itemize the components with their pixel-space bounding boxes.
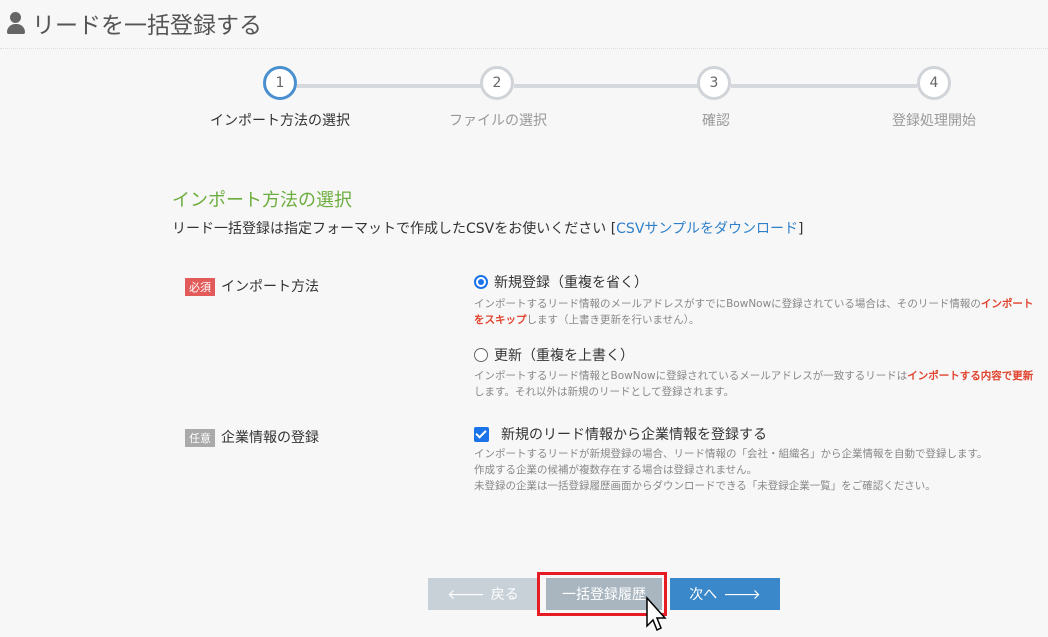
company-info-checkbox-label[interactable]: 新規のリード情報から企業情報を登録する [501, 424, 767, 444]
arrow-right-icon: 🡒 [723, 586, 761, 603]
radio-update-label[interactable]: 更新（重複を上書く） [494, 345, 634, 365]
section-description: リード一括登録は指定フォーマットで作成したCSVをお使いください [CSVサンプ… [172, 218, 803, 238]
radio-new-registration-label[interactable]: 新規登録（重複を省く） [494, 272, 648, 292]
note-text: インポートするリード情報のメールアドレスがすでにBowNowに登録されている場合… [474, 298, 981, 310]
new-registration-note: インポートするリード情報のメールアドレスがすでにBowNowに登録されている場合… [474, 296, 1034, 328]
mouse-cursor-icon [646, 596, 667, 632]
optional-badge: 任意 [185, 429, 215, 447]
stepper: 1 2 3 4 インポート方法の選択 ファイルの選択 確認 登録処理開始 [0, 64, 1048, 134]
update-note: インポートするリード情報とBowNowに登録されているメールアドレスが一致するリ… [474, 368, 1034, 400]
radio-update-control[interactable] [474, 348, 488, 362]
step-4-label: 登録処理開始 [892, 113, 976, 129]
step-2-label: ファイルの選択 [449, 113, 547, 129]
note-line: インポートするリードが新規登録の場合、リード情報の「会社・組織名」から企業情報を… [474, 448, 988, 460]
step-2-circle: 2 [480, 66, 514, 100]
page-title: リードを一括登録する [6, 6, 262, 40]
company-info-note: インポートするリードが新規登録の場合、リード情報の「会社・組織名」から企業情報を… [474, 446, 1034, 494]
import-method-label-text: インポート方法 [221, 279, 319, 295]
company-info-checkbox-row[interactable]: 新規のリード情報から企業情報を登録する [474, 424, 767, 444]
note-emphasis: インポートする内容で更新 [907, 370, 1034, 382]
step-1-circle: 1 [263, 66, 297, 100]
radio-update[interactable]: 更新（重複を上書く） [474, 345, 634, 365]
user-icon [6, 11, 26, 35]
import-method-label: 必須 インポート方法 [185, 276, 319, 296]
company-info-label-text: 企業情報の登録 [221, 430, 319, 446]
next-button-label: 次へ [689, 587, 718, 603]
radio-new-registration-control[interactable] [474, 275, 488, 289]
title-divider [0, 48, 1048, 49]
step-connector [297, 84, 483, 88]
required-badge: 必須 [185, 278, 215, 296]
company-info-label: 任意 企業情報の登録 [185, 427, 319, 447]
description-suffix: ] [797, 221, 804, 237]
step-3-circle: 3 [697, 66, 731, 100]
note-text: インポートするリード情報とBowNowに登録されているメールアドレスが一致するリ… [474, 370, 908, 382]
arrow-left-icon: 🡐 [447, 586, 485, 603]
note-text: します（上書き更新を行いません）。 [526, 314, 700, 326]
note-text: します。それ以外は新規のリードとして登録されます。 [474, 386, 735, 398]
note-line: 未登録の企業は一括登録履歴画面からダウンロードできる「未登録企業一覧」をご確認く… [474, 480, 936, 492]
back-button[interactable]: 🡐 戻る [428, 578, 538, 610]
company-info-checkbox[interactable] [474, 426, 489, 442]
step-connector [731, 84, 917, 88]
step-1-label: インポート方法の選択 [210, 113, 350, 129]
page-title-text: リードを一括登録する [32, 13, 262, 39]
section-title: インポート方法の選択 [172, 190, 352, 211]
radio-new-registration[interactable]: 新規登録（重複を省く） [474, 272, 648, 292]
csv-sample-download-link[interactable]: CSVサンプルをダウンロード [616, 221, 798, 237]
step-4-circle: 4 [917, 66, 951, 100]
back-button-label: 戻る [490, 587, 519, 603]
step-connector [514, 84, 700, 88]
step-3-label: 確認 [702, 113, 730, 129]
description-prefix: リード一括登録は指定フォーマットで作成したCSVをお使いください [ [172, 221, 617, 237]
next-button[interactable]: 次へ 🡒 [670, 578, 780, 610]
note-line: 作成する企業の候補が複数存在する場合は登録されません。 [474, 464, 758, 476]
